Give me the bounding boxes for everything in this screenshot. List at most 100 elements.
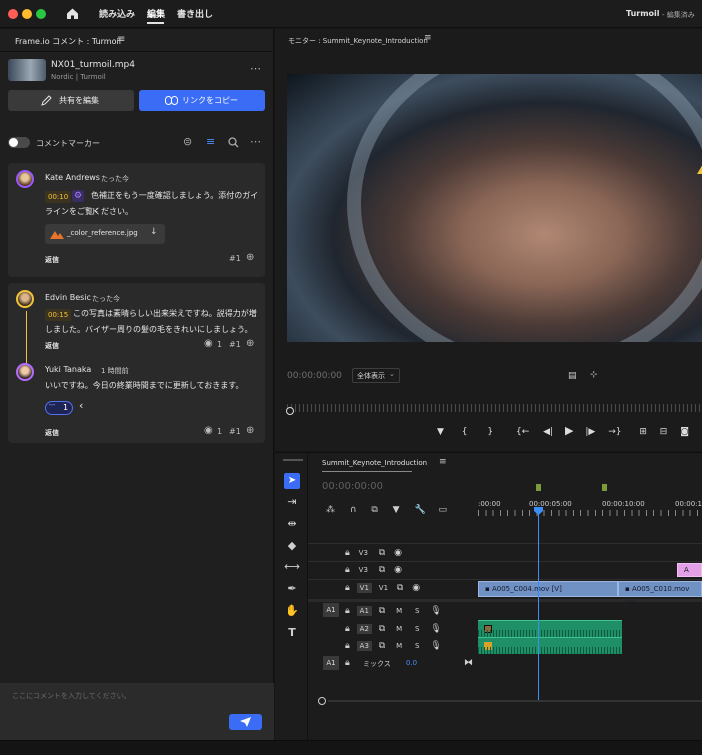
mic-icon[interactable]: 🎙︎ <box>430 641 441 651</box>
settings-icon[interactable]: ▤ <box>568 371 577 381</box>
home-icon[interactable] <box>66 7 79 20</box>
snap-icon[interactable]: ∩ <box>350 505 357 515</box>
chevron-left-icon[interactable]: ‹ <box>79 399 83 412</box>
eye-icon[interactable]: ◉ <box>394 548 402 558</box>
step-forward-icon[interactable]: |▶ <box>585 427 595 437</box>
in-point-icon[interactable]: { <box>462 427 468 437</box>
lock-icon[interactable]: 🔒︎ <box>345 658 350 668</box>
lock-icon[interactable]: 🔒︎ <box>345 548 350 558</box>
mic-icon[interactable]: 🎙︎ <box>430 624 441 634</box>
comment-timecode[interactable]: 00:15 <box>45 309 72 321</box>
play-icon[interactable]: ▶ <box>565 424 573 437</box>
ruler-ticks[interactable] <box>478 510 702 516</box>
maximize-window-button[interactable] <box>36 9 46 19</box>
sort-icon[interactable]: ≡ <box>206 135 215 148</box>
more-options-icon[interactable]: ⋯ <box>250 62 261 75</box>
mute-button[interactable]: M <box>396 607 402 615</box>
video-clip[interactable]: ▪ A005_C010.mov [V] <box>618 581 702 607</box>
attachment-chip[interactable]: _color_reference.jpg ↓ <box>45 224 165 244</box>
slip-icon[interactable]: ⟷ <box>284 559 300 575</box>
filter-icon[interactable]: ⊜ <box>183 135 192 148</box>
reply-button[interactable]: 返信 <box>45 428 59 438</box>
marker-icon[interactable]: ⊹ <box>590 370 598 380</box>
scroll-handle[interactable] <box>318 697 326 705</box>
mic-icon[interactable]: 🎙︎ <box>430 606 441 616</box>
menu-export[interactable]: 書き出し <box>177 7 213 20</box>
video-clip[interactable]: A <box>677 563 702 577</box>
source-target-a1[interactable]: A1 <box>323 603 339 617</box>
reaction-chip[interactable]: ᵔᵔ 1 <box>45 401 73 415</box>
go-to-in-icon[interactable]: {← <box>516 427 529 437</box>
linked-icon[interactable]: ⧉ <box>371 505 377 515</box>
camera-icon[interactable]: ◙ <box>680 427 689 437</box>
comment-timecode[interactable]: 00:10 <box>45 191 72 203</box>
audio-clip[interactable] <box>478 637 622 654</box>
comment-marker-toggle[interactable] <box>8 137 30 148</box>
mute-button[interactable]: M <box>396 642 402 650</box>
playhead-line[interactable] <box>538 508 539 700</box>
audio-clip[interactable] <box>478 620 622 637</box>
reply-button[interactable]: 返信 <box>45 341 59 351</box>
copy-link-button[interactable]: リンクをコピー <box>139 90 265 111</box>
track-target[interactable]: V1 <box>356 583 372 593</box>
minimize-window-button[interactable] <box>22 9 32 19</box>
search-icon[interactable] <box>228 137 239 148</box>
download-icon[interactable]: ↓ <box>150 227 158 237</box>
solo-button[interactable]: S <box>415 625 419 633</box>
menu-edit[interactable]: 編集 <box>147 7 165 20</box>
hand-icon[interactable]: ✋ <box>284 603 300 619</box>
sync-icon[interactable]: ⧉ <box>397 583 403 593</box>
send-button[interactable] <box>229 714 262 730</box>
zoom-dropdown[interactable]: 全体表示 ⌄ <box>352 368 400 383</box>
selection-tool-icon[interactable]: ➤ <box>284 473 300 489</box>
panel-menu-icon[interactable]: ≡ <box>424 33 432 43</box>
more-options-icon[interactable]: ⋯ <box>250 135 261 148</box>
close-window-button[interactable] <box>8 9 18 19</box>
caption-icon[interactable]: ▭ <box>439 505 448 515</box>
comment-card[interactable]: Edvin Besic たった今 00:15 この写真は素晴らしい出来栄えですね… <box>8 283 265 443</box>
share-edit-button[interactable]: 共有を編集 <box>8 90 134 111</box>
sync-icon[interactable]: ⧉ <box>379 565 385 575</box>
pen-icon[interactable]: ✒ <box>284 581 300 597</box>
eye-icon[interactable]: ◉ <box>412 583 420 593</box>
out-point-icon[interactable]: } <box>487 427 493 437</box>
ripple-edit-icon[interactable]: ⇹ <box>284 516 300 532</box>
mix-target[interactable]: A1 <box>323 656 339 670</box>
solo-button[interactable]: S <box>415 607 419 615</box>
sync-icon[interactable]: ⧉ <box>379 641 385 651</box>
razor-icon[interactable]: ◆ <box>284 538 300 554</box>
panel-menu-icon[interactable]: ≡ <box>117 34 125 45</box>
scrubber-ticks[interactable] <box>287 404 702 412</box>
sync-icon[interactable]: ⧉ <box>379 548 385 558</box>
panel-menu-icon[interactable]: ≡ <box>439 457 447 467</box>
step-back-icon[interactable]: ◀| <box>543 427 553 437</box>
mark-icon[interactable]: ▼ <box>437 427 444 437</box>
sync-icon[interactable]: ⧉ <box>379 606 385 616</box>
playhead-handle[interactable] <box>286 407 294 415</box>
reply-button[interactable]: 返信 <box>45 255 59 265</box>
menu-import[interactable]: 読み込み <box>99 7 135 20</box>
marker-icon[interactable]: ▼ <box>393 505 400 515</box>
go-to-out-icon[interactable]: →} <box>608 427 621 437</box>
bowtie-icon[interactable]: ⧓ <box>464 658 473 668</box>
lock-icon[interactable]: 🔒︎ <box>345 641 350 651</box>
eye-icon[interactable]: ◉ <box>394 565 402 575</box>
insert-icon[interactable]: ⊞ <box>639 427 647 437</box>
comment-card[interactable]: Kate Andrews たった今 00:10 ⚙ 色補正をもう一度確認しましょ… <box>8 163 265 277</box>
sync-icon[interactable]: ⧉ <box>379 624 385 634</box>
timeline-marker[interactable] <box>602 484 607 491</box>
solo-button[interactable]: S <box>415 642 419 650</box>
lock-icon[interactable]: 🔒︎ <box>345 606 350 616</box>
comment-input[interactable]: ここにコメントを入力してください。 <box>12 691 131 701</box>
video-clip[interactable]: ▪ A005_C004.mov [V] <box>478 581 618 597</box>
overwrite-icon[interactable]: ⊟ <box>660 427 668 437</box>
type-tool-icon[interactable]: T <box>284 625 300 641</box>
nest-icon[interactable]: ⁂ <box>326 505 335 515</box>
mix-value[interactable]: 0.0 <box>406 659 417 667</box>
horizontal-scrollbar[interactable] <box>328 700 702 702</box>
mute-button[interactable]: M <box>396 625 402 633</box>
lock-icon[interactable]: 🔒︎ <box>345 583 350 593</box>
wrench-icon[interactable]: 🔧 <box>414 505 425 515</box>
lock-icon[interactable]: 🔒︎ <box>345 565 350 575</box>
lock-icon[interactable]: 🔒︎ <box>345 624 350 634</box>
